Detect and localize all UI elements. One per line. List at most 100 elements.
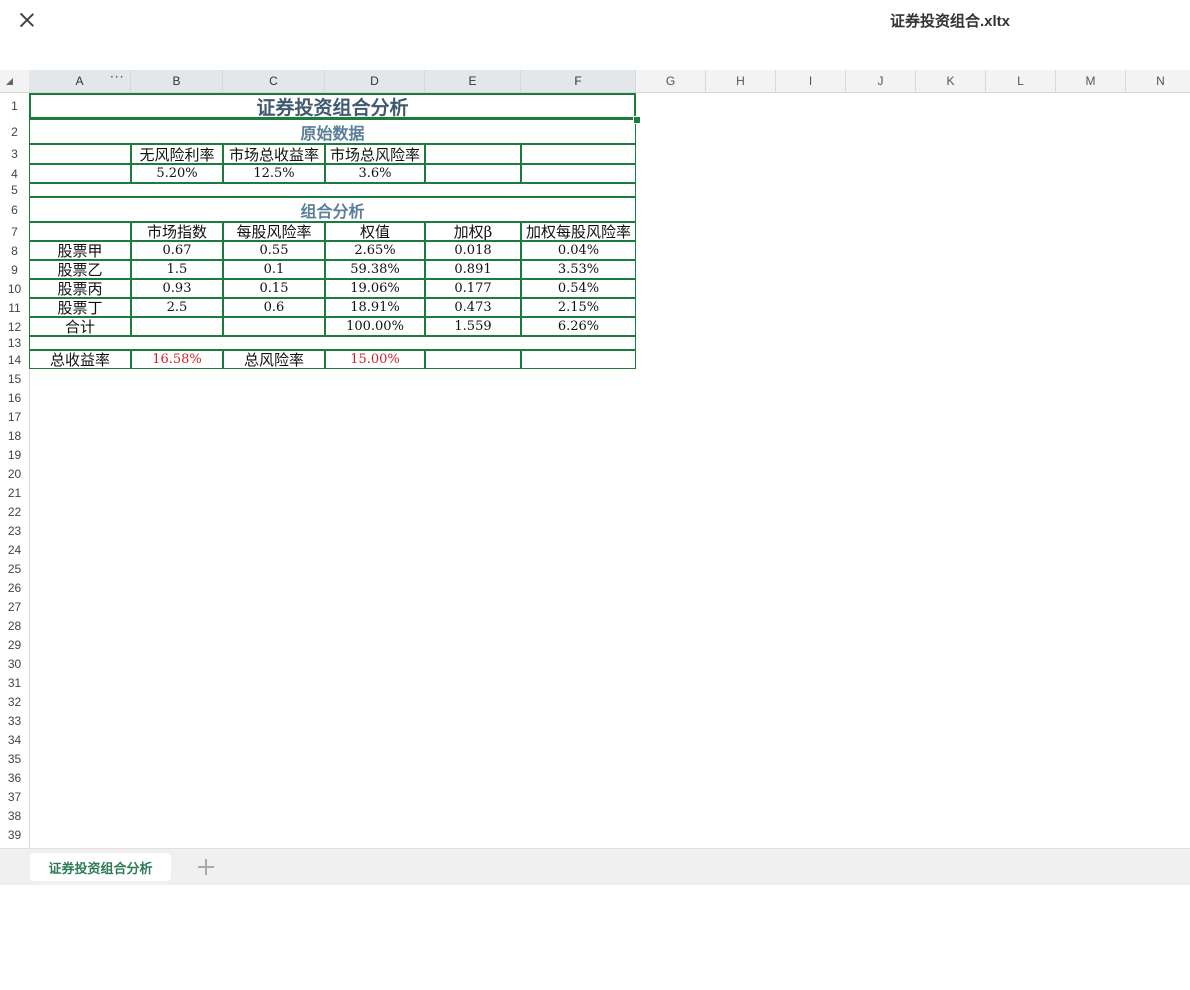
add-sheet-icon[interactable] [196,857,216,877]
column-more-icon[interactable]: ··· [110,70,124,84]
column-header-d[interactable]: D [325,70,425,92]
column-header-k[interactable]: K [916,70,986,92]
row-header-3[interactable]: 3 [0,144,29,164]
row-header-24[interactable]: 24 [0,540,29,559]
row-header-19[interactable]: 19 [0,445,29,464]
cell-a9[interactable]: 股票乙 [29,260,131,279]
cell-b10[interactable]: 0.93 [131,279,223,298]
cell-c14[interactable]: 总风险率 [223,350,325,369]
row-header-36[interactable]: 36 [0,768,29,787]
cell-e3[interactable] [425,144,521,164]
row-header-15[interactable]: 15 [0,369,29,388]
cell-d3[interactable]: 市场总风险率 [325,144,425,164]
cell-b12[interactable] [131,317,223,336]
cell-f4[interactable] [521,164,636,183]
select-all-corner[interactable] [0,70,30,92]
column-header-c[interactable]: C [223,70,325,92]
cell-b8[interactable]: 0.67 [131,241,223,260]
row-header-28[interactable]: 28 [0,616,29,635]
row-header-16[interactable]: 16 [0,388,29,407]
row-header-10[interactable]: 10 [0,279,29,298]
row-header-33[interactable]: 33 [0,711,29,730]
column-header-e[interactable]: E [425,70,521,92]
column-header-b[interactable]: B [131,70,223,92]
cell-row13[interactable] [29,336,636,350]
row-header-12[interactable]: 12 [0,317,29,336]
row-header-14[interactable]: 14 [0,350,29,369]
cell-d14[interactable]: 15.00% [325,350,425,369]
column-header-g[interactable]: G [636,70,706,92]
column-header-f[interactable]: F [521,70,636,92]
cell-e12[interactable]: 1.559 [425,317,521,336]
row-header-37[interactable]: 37 [0,787,29,806]
row-header-35[interactable]: 35 [0,749,29,768]
fill-handle[interactable] [633,116,641,124]
row-header-7[interactable]: 7 [0,222,29,241]
cell-f7[interactable]: 加权每股风险率 [521,222,636,241]
row-header-23[interactable]: 23 [0,521,29,540]
row-header-22[interactable]: 22 [0,502,29,521]
row-header-20[interactable]: 20 [0,464,29,483]
cell-c3[interactable]: 市场总收益率 [223,144,325,164]
cell-b7[interactable]: 市场指数 [131,222,223,241]
cell-e8[interactable]: 0.018 [425,241,521,260]
cell-a7[interactable] [29,222,131,241]
row-header-1[interactable]: 1 [0,93,29,119]
row-header-11[interactable]: 11 [0,298,29,317]
cell-c9[interactable]: 0.1 [223,260,325,279]
row-header-29[interactable]: 29 [0,635,29,654]
row-header-30[interactable]: 30 [0,654,29,673]
column-header-n[interactable]: N [1126,70,1190,92]
cell-e10[interactable]: 0.177 [425,279,521,298]
cell-e9[interactable]: 0.891 [425,260,521,279]
cell-b11[interactable]: 2.5 [131,298,223,317]
cell-d4[interactable]: 3.6% [325,164,425,183]
cell-f8[interactable]: 0.04% [521,241,636,260]
cell-e7[interactable]: 加权β [425,222,521,241]
row-header-18[interactable]: 18 [0,426,29,445]
sheet-tab[interactable]: 证券投资组合分析 [30,853,171,881]
row-header-6[interactable]: 6 [0,197,29,222]
cell-f12[interactable]: 6.26% [521,317,636,336]
row-header-9[interactable]: 9 [0,260,29,279]
cell-c8[interactable]: 0.55 [223,241,325,260]
row-header-38[interactable]: 38 [0,806,29,825]
cell-a3[interactable] [29,144,131,164]
row-header-8[interactable]: 8 [0,241,29,260]
cell-c12[interactable] [223,317,325,336]
cell-d11[interactable]: 18.91% [325,298,425,317]
column-header-l[interactable]: L [986,70,1056,92]
cell-a12[interactable]: 合计 [29,317,131,336]
row-header-31[interactable]: 31 [0,673,29,692]
column-header-j[interactable]: J [846,70,916,92]
cell-f3[interactable] [521,144,636,164]
cell-c7[interactable]: 每股风险率 [223,222,325,241]
cell-d8[interactable]: 2.65% [325,241,425,260]
cell-b9[interactable]: 1.5 [131,260,223,279]
row-header-27[interactable]: 27 [0,597,29,616]
column-header-h[interactable]: H [706,70,776,92]
cell-f9[interactable]: 3.53% [521,260,636,279]
cell-b3[interactable]: 无风险利率 [131,144,223,164]
cell-b14[interactable]: 16.58% [131,350,223,369]
cell-d10[interactable]: 19.06% [325,279,425,298]
cell-c10[interactable]: 0.15 [223,279,325,298]
row-header-34[interactable]: 34 [0,730,29,749]
row-header-39[interactable]: 39 [0,825,29,844]
cell-b4[interactable]: 5.20% [131,164,223,183]
cell-a4[interactable] [29,164,131,183]
cell-f10[interactable]: 0.54% [521,279,636,298]
column-header-m[interactable]: M [1056,70,1126,92]
cell-f14[interactable] [521,350,636,369]
row-header-21[interactable]: 21 [0,483,29,502]
row-header-25[interactable]: 25 [0,559,29,578]
row-header-13[interactable]: 13 [0,336,29,350]
cell-c11[interactable]: 0.6 [223,298,325,317]
cell-e4[interactable] [425,164,521,183]
cell-f11[interactable]: 2.15% [521,298,636,317]
close-icon[interactable] [16,9,38,31]
cell-a11[interactable]: 股票丁 [29,298,131,317]
row-header-17[interactable]: 17 [0,407,29,426]
row-header-26[interactable]: 26 [0,578,29,597]
analysis-section-cell[interactable]: 组合分析 [29,197,636,222]
